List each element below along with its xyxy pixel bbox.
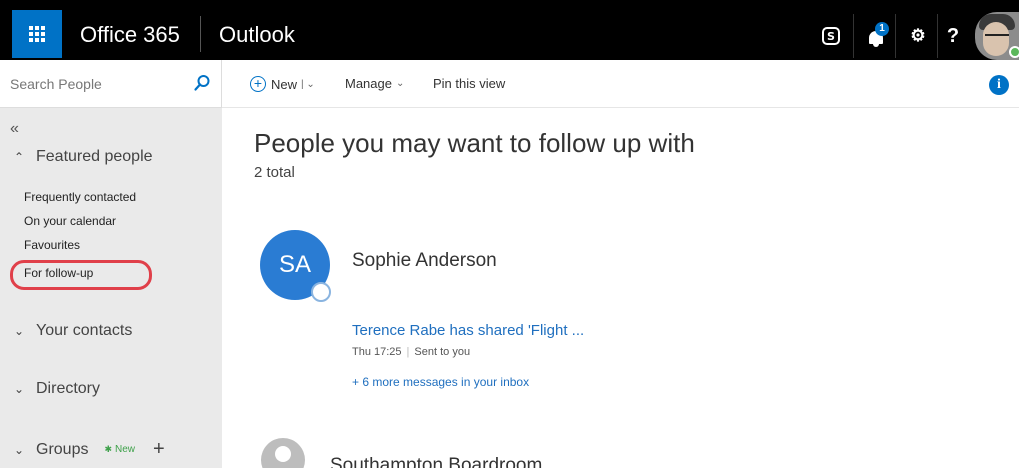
presence-available-icon (1009, 46, 1019, 58)
chevron-up-icon: ⌃ (13, 150, 25, 164)
your-contacts-header[interactable]: ⌄ Your contacts (10, 322, 132, 340)
person-name[interactable]: Sophie Anderson (352, 250, 497, 272)
new-button[interactable]: + New | ⌄ (250, 76, 315, 92)
presence-offline-icon (311, 282, 331, 302)
gear-icon: ⚙ (910, 26, 926, 45)
sidebar-item-frequently-contacted[interactable]: Frequently contacted (24, 190, 136, 204)
groups-header[interactable]: ⌄ Groups ✱ New + (10, 438, 165, 461)
manage-label: Manage (345, 76, 392, 91)
help-icon: ? (946, 24, 960, 47)
info-icon[interactable]: i (989, 75, 1009, 95)
person-name[interactable]: Southampton Boardroom (330, 455, 542, 468)
new-label: New (271, 76, 298, 92)
pin-this-view-label: Pin this view (433, 76, 506, 91)
settings-button[interactable]: ⚙ (898, 14, 938, 58)
person-placeholder-icon (275, 446, 291, 462)
skype-button[interactable]: S (811, 14, 851, 58)
avatar-initials: SA (278, 251, 311, 278)
collapse-pane-icon[interactable]: « (10, 120, 19, 138)
manage-button[interactable]: Manage ⌄ (345, 76, 404, 91)
page-title: People you may want to follow up with (254, 128, 695, 158)
avatar[interactable] (261, 438, 305, 468)
directory-header[interactable]: ⌄ Directory (10, 380, 100, 398)
people-sidebar: Search People « ⌃ Featured people Freque… (0, 60, 222, 468)
toolbar-divider (853, 14, 854, 58)
app-launcher-button[interactable] (12, 10, 62, 58)
sidebar-item-favourites[interactable]: Favourites (24, 238, 80, 252)
chevron-down-icon: ⌄ (13, 324, 25, 338)
app-name[interactable]: Outlook (219, 22, 295, 48)
new-dropdown-icon[interactable]: | ⌄ (301, 79, 315, 90)
groups-label: Groups (36, 440, 89, 458)
chevron-down-icon: ⌄ (13, 382, 25, 396)
directory-label: Directory (36, 380, 101, 397)
message-meta: Thu 17:25 | Sent to you (352, 346, 471, 358)
notifications-button[interactable]: 1 (856, 14, 896, 58)
your-contacts-label: Your contacts (36, 322, 133, 339)
chevron-down-icon: ⌄ (13, 442, 25, 457)
command-bar: + New | ⌄ Manage ⌄ Pin this view (222, 60, 1019, 108)
top-bar: Office 365 Outlook S 1 ⚙ ? (0, 0, 1019, 60)
message-link[interactable]: Terence Rabe has shared 'Flight ... (352, 322, 584, 339)
search-icon[interactable] (193, 74, 211, 92)
featured-people-label: Featured people (36, 148, 153, 165)
toolbar-divider (895, 14, 896, 58)
message-time: Thu 17:25 (352, 346, 402, 358)
outlook-people-window: Office 365 Outlook S 1 ⚙ ? Search People… (0, 0, 1019, 468)
result-count: 2 total (254, 164, 295, 181)
bell-icon: 1 (866, 22, 889, 48)
sidebar-item-on-your-calendar[interactable]: On your calendar (24, 214, 116, 228)
more-messages-link[interactable]: + 6 more messages in your inbox (352, 375, 529, 389)
waffle-icon (29, 26, 45, 42)
search-input[interactable]: Search People (10, 76, 102, 92)
chevron-down-icon: ⌄ (395, 78, 405, 89)
brand-divider (200, 16, 201, 52)
office-365-brand[interactable]: Office 365 (80, 22, 180, 48)
skype-icon: S (822, 27, 840, 45)
new-star-icon: ✱ (104, 444, 113, 454)
featured-people-header[interactable]: ⌃ Featured people (10, 148, 153, 166)
pin-this-view-button[interactable]: Pin this view (433, 76, 505, 91)
plus-circle-icon: + (250, 76, 266, 92)
notification-count-badge: 1 (875, 22, 889, 36)
add-group-button[interactable]: + (153, 438, 165, 461)
search-people-box[interactable]: Search People (0, 60, 222, 108)
highlight-annotation (10, 260, 152, 290)
help-button[interactable]: ? (933, 14, 973, 58)
new-badge: ✱ New (104, 444, 136, 455)
message-status: Sent to you (414, 346, 471, 358)
